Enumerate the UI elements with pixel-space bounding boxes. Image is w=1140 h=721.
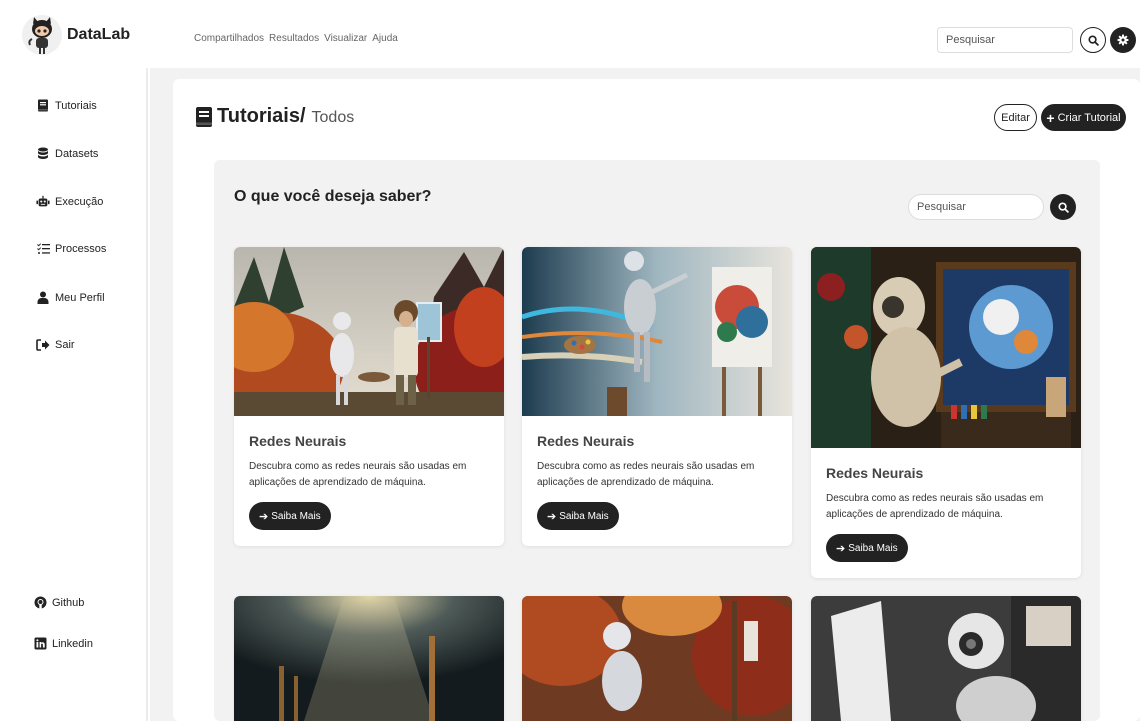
sidebar-item-label: Processos [55, 243, 107, 255]
card-description: Descubra como as redes neurais são usada… [249, 461, 467, 488]
top-nav: Compartilhados Resultados Visualizar Aju… [194, 33, 398, 44]
card-image-robot-studio [811, 596, 1081, 721]
tutorial-card[interactable] [234, 596, 504, 721]
card-image-spotlight-easel [234, 596, 504, 721]
tutorial-card[interactable]: Redes Neurais Descubra como as redes neu… [811, 247, 1081, 578]
top-search-input[interactable] [937, 27, 1073, 53]
sidebar-item-meu-perfil[interactable]: Meu Perfil [36, 291, 105, 304]
sign-out-icon [36, 339, 50, 351]
tutorial-search-button[interactable] [1050, 194, 1076, 220]
create-tutorial-label: Criar Tutorial [1057, 111, 1121, 124]
nav-visualizar[interactable]: Visualizar [324, 33, 367, 44]
app-root: DataLab Compartilhados Resultados Visual… [0, 0, 1140, 721]
book-icon [36, 99, 50, 112]
learn-more-button[interactable]: ➔ Saiba Mais [826, 534, 908, 562]
sidebar-item-processos[interactable]: Processos [36, 243, 106, 255]
sidebar-link-label: Github [52, 596, 85, 609]
sidebar-item-label: Datasets [55, 147, 99, 160]
arrow-right-icon: ➔ [259, 510, 269, 523]
learn-more-button[interactable]: ➔ Saiba Mais [249, 502, 331, 530]
top-bar: DataLab Compartilhados Resultados Visual… [0, 0, 1140, 68]
card-title: Redes Neurais [249, 433, 347, 449]
brand-name: DataLab [67, 26, 131, 43]
learn-more-label: Saiba Mais [559, 510, 609, 522]
tutorial-card[interactable]: Redes Neurais Descubra como as redes neu… [522, 247, 792, 546]
search-icon [1057, 201, 1069, 213]
sidebar-link-label: Linkedin [52, 637, 93, 650]
tutorial-search-input[interactable] [908, 194, 1044, 220]
card-description: Descubra como as redes neurais são usada… [537, 461, 755, 488]
nav-compartilhados[interactable]: Compartilhados [194, 33, 264, 44]
sidebar: Tutoriais Datasets Execução Processos Me… [0, 68, 148, 721]
sidebar-link-github[interactable]: Github [33, 596, 84, 609]
sidebar-item-sair[interactable]: Sair [36, 339, 75, 351]
user-icon [36, 291, 50, 304]
top-search-button[interactable] [1080, 27, 1106, 53]
card-image-robot-painting-planet [811, 247, 1081, 448]
list-check-icon [36, 243, 50, 255]
arrow-right-icon: ➔ [547, 510, 557, 523]
search-icon [1087, 34, 1099, 46]
nav-resultados[interactable]: Resultados [269, 33, 319, 44]
page-subheading: Todos [311, 109, 355, 126]
learn-more-label: Saiba Mais [271, 510, 321, 522]
section-question: O que você deseja saber? [234, 188, 432, 205]
card-title: Redes Neurais [826, 465, 924, 481]
sidebar-item-label: Execução [55, 195, 104, 208]
arrow-right-icon: ➔ [836, 542, 846, 555]
sidebar-item-label: Meu Perfil [55, 291, 105, 304]
linkedin-icon [33, 637, 47, 650]
sidebar-item-tutoriais[interactable]: Tutoriais [36, 99, 97, 112]
database-icon [36, 147, 50, 160]
sidebar-item-execucao[interactable]: Execução [36, 195, 103, 208]
tutorial-card[interactable] [522, 596, 792, 721]
card-image-robot-painting-forest [234, 247, 504, 416]
edit-button[interactable]: Editar [994, 104, 1037, 131]
book-icon [196, 106, 212, 127]
robot-icon [36, 195, 50, 208]
github-icon [33, 596, 47, 609]
gear-icon [1117, 34, 1129, 46]
card-image-robot-painting-canvas [522, 247, 792, 416]
page-title: Tutoriais/ Todos [195, 105, 354, 128]
settings-button[interactable] [1110, 27, 1136, 53]
sidebar-item-label: Sair [55, 339, 75, 351]
page-heading: Tutoriais/ [217, 105, 306, 127]
edit-button-label: Editar [1001, 111, 1030, 124]
card-title: Redes Neurais [537, 433, 635, 449]
nav-ajuda[interactable]: Ajuda [372, 33, 398, 44]
learn-more-label: Saiba Mais [848, 542, 898, 554]
sidebar-link-linkedin[interactable]: Linkedin [33, 637, 93, 650]
card-image-robot-easel-autumn [522, 596, 792, 721]
sidebar-item-datasets[interactable]: Datasets [36, 147, 98, 160]
create-tutorial-button[interactable]: + Criar Tutorial [1041, 104, 1126, 131]
tutorial-card[interactable]: Redes Neurais Descubra como as redes neu… [234, 247, 504, 546]
sidebar-item-label: Tutoriais [55, 99, 97, 112]
card-description: Descubra como as redes neurais são usada… [826, 493, 1044, 520]
octocat-logo-icon [22, 15, 62, 55]
learn-more-button[interactable]: ➔ Saiba Mais [537, 502, 619, 530]
plus-icon: + [1046, 109, 1055, 126]
brand[interactable]: DataLab [22, 15, 130, 55]
tutorial-card[interactable] [811, 596, 1081, 721]
